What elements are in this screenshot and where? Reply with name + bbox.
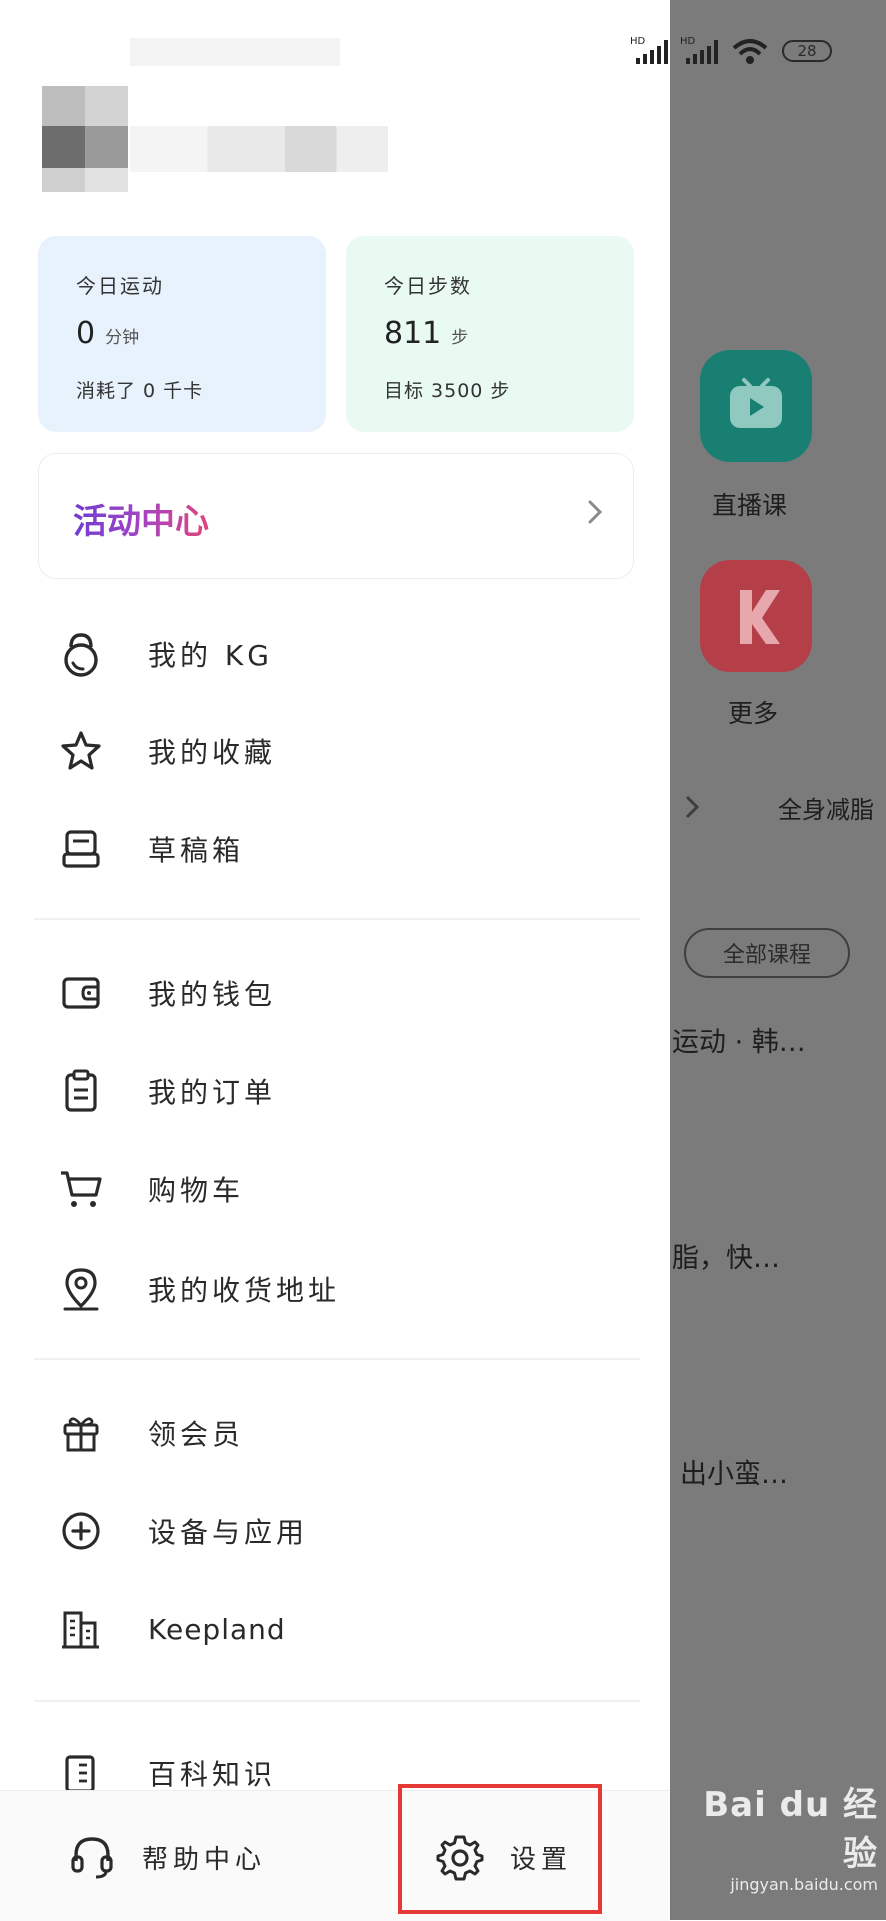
background-app: 直播课 更多 全身减脂 全部课程 运动 · 韩… 脂，快… 出小蛮… Bai d…	[670, 0, 886, 1920]
chevron-right-icon	[685, 795, 700, 819]
k-logo-icon	[740, 590, 780, 644]
svg-text:HD: HD	[680, 36, 696, 47]
divider	[34, 1700, 640, 1702]
menu-item-my-kg[interactable]: 我的 KG	[0, 611, 670, 697]
steps-card[interactable]: 今日步数 811 步 目标 3500 步	[346, 236, 634, 432]
location-pin-icon	[63, 1268, 99, 1311]
menu-label: 领会员	[148, 1418, 245, 1451]
watermark-brand: Bai du 经验	[703, 1785, 878, 1874]
menu-item-membership[interactable]: 领会员	[0, 1390, 670, 1476]
cart-icon	[61, 1171, 102, 1207]
book-icon	[65, 1755, 95, 1793]
menu-label: 我的钱包	[148, 978, 277, 1011]
exercise-value: 0	[76, 316, 96, 351]
menu-label: 草稿箱	[148, 834, 245, 867]
calories-text: 消耗了 0 千卡	[76, 380, 204, 402]
activity-center-title: 活动中心	[73, 494, 209, 543]
plus-circle-icon	[62, 1512, 100, 1550]
buildings-icon	[62, 1611, 99, 1649]
status-bar-blur	[130, 38, 340, 66]
live-class-label: 直播课	[712, 491, 788, 520]
menu-item-devices-apps[interactable]: 设备与应用	[0, 1488, 670, 1574]
tv-play-icon	[730, 378, 782, 428]
menu-label: 我的 KG	[148, 639, 273, 672]
more-tile[interactable]	[700, 560, 812, 672]
kettlebell-icon	[64, 633, 98, 677]
menu-item-keepland[interactable]: Keepland	[0, 1586, 670, 1672]
menu-label: 我的收货地址	[148, 1274, 341, 1307]
drafts-icon	[62, 830, 100, 868]
menu-label: 百科知识	[148, 1758, 277, 1791]
course-snippet: 脂，快…	[672, 1243, 780, 1274]
exercise-unit: 分钟	[105, 328, 140, 348]
help-center-button[interactable]: 帮助中心	[68, 1833, 266, 1881]
menu-label: 购物车	[148, 1174, 245, 1207]
steps-value-row: 811 步	[384, 316, 468, 351]
course-snippet: 出小蛮…	[680, 1459, 788, 1490]
battery-indicator: 28	[782, 40, 832, 62]
divider	[34, 1358, 640, 1360]
signal-icon: HD	[680, 36, 718, 64]
baidu-watermark: Bai du 经验 jingyan.baidu.com	[670, 1777, 878, 1894]
live-class-tile[interactable]	[700, 350, 812, 462]
gift-icon	[63, 1417, 99, 1452]
avatar[interactable]	[42, 86, 128, 192]
help-center-label: 帮助中心	[142, 1844, 267, 1875]
clipboard-icon	[65, 1069, 97, 1112]
steps-label: 今日步数	[384, 274, 472, 298]
menu-item-favorites[interactable]: 我的收藏	[0, 708, 670, 794]
divider	[34, 918, 640, 920]
menu-item-drafts[interactable]: 草稿箱	[0, 806, 670, 892]
steps-goal-text: 目标 3500 步	[384, 380, 511, 402]
watermark-url: jingyan.baidu.com	[730, 1875, 878, 1894]
all-courses-button[interactable]: 全部课程	[684, 928, 850, 978]
menu-label: Keepland	[148, 1612, 286, 1646]
svg-text:HD: HD	[630, 36, 646, 47]
star-icon	[61, 731, 101, 770]
row-text: 全身减脂	[778, 796, 874, 824]
steps-value: 811	[384, 316, 442, 351]
username-blurred[interactable]	[130, 126, 388, 172]
activity-center-banner[interactable]: 活动中心	[38, 453, 634, 579]
signal-icon: HD	[630, 36, 668, 64]
chevron-right-icon	[588, 500, 603, 524]
exercise-value-row: 0 分钟	[76, 316, 139, 351]
menu-item-address[interactable]: 我的收货地址	[0, 1246, 670, 1332]
more-label: 更多	[728, 699, 779, 728]
course-snippet: 运动 · 韩…	[672, 1027, 806, 1058]
side-drawer: HD HD 28 今日运动 0 分钟 消耗了 0 千卡 今日步数 811 步 目标 …	[0, 0, 832, 1921]
highlight-box	[398, 1784, 602, 1914]
wallet-icon	[62, 977, 100, 1009]
exercise-card[interactable]: 今日运动 0 分钟 消耗了 0 千卡	[38, 236, 326, 432]
menu-item-wallet[interactable]: 我的钱包	[0, 950, 670, 1036]
menu-label: 我的订单	[148, 1076, 277, 1109]
menu-label: 我的收藏	[148, 736, 277, 769]
headset-icon	[71, 1837, 113, 1879]
exercise-label: 今日运动	[76, 274, 164, 298]
menu-item-cart[interactable]: 购物车	[0, 1146, 670, 1232]
steps-unit: 步	[451, 328, 469, 348]
menu-label: 设备与应用	[148, 1516, 309, 1549]
menu-item-orders[interactable]: 我的订单	[0, 1048, 670, 1134]
wifi-icon	[732, 39, 768, 64]
